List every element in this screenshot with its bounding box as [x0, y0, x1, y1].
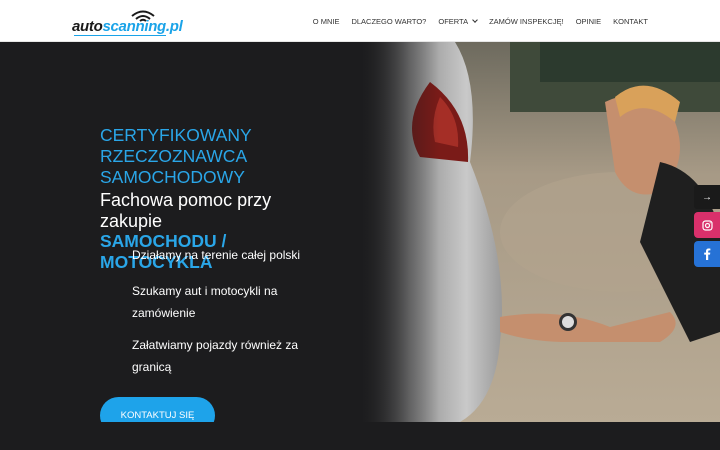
hero-heading-line: CERTYFIKOWANY: [100, 125, 252, 145]
nav-item-dlaczego-warto[interactable]: DLACZEGO WARTO?: [351, 17, 426, 26]
main-nav: O MNIE DLACZEGO WARTO? OFERTA ZAMÓW INSP…: [313, 0, 648, 42]
logo-underline: [74, 35, 166, 36]
nav-label: KONTAKT: [613, 16, 648, 26]
nav-item-kontakt[interactable]: KONTAKT: [613, 17, 648, 26]
chevron-down-icon: [472, 16, 478, 23]
nav-item-o-mnie[interactable]: O MNIE: [313, 17, 340, 26]
instagram-icon[interactable]: [694, 212, 720, 238]
hero-photo: [360, 42, 720, 422]
facebook-glyph: [704, 248, 711, 260]
logo-part-scanning: scanning.pl: [102, 18, 183, 35]
hero-heading-line: RZECZOZNAWCA: [100, 146, 248, 166]
nav-label: OFERTA: [438, 16, 469, 26]
instagram-glyph: [701, 219, 713, 231]
hero-section: CERTYFIKOWANY RZECZOZNAWCA SAMOCHODOWY F…: [0, 42, 720, 422]
nav-label: OPINIE: [575, 16, 602, 26]
nav-item-opinie[interactable]: OPINIE: [576, 17, 601, 26]
hero-heading-line: SAMOCHODOWY: [100, 167, 245, 187]
hero-bullet: Załatwiamy pojazdy również za granicą: [132, 338, 299, 374]
nav-label: DLACZEGO WARTO?: [351, 16, 427, 26]
site-header: autoscanning.pl O MNIE DLACZEGO WARTO? O…: [0, 0, 720, 42]
logo-part-auto: auto: [72, 18, 103, 35]
contact-button[interactable]: KONTAKTUJ SIĘ: [100, 397, 215, 422]
nav-label: ZAMÓW INSPEKCJĘ!: [489, 16, 564, 26]
nav-item-zamow-inspekcje[interactable]: ZAMÓW INSPEKCJĘ!: [489, 17, 564, 26]
hero-bullet: Działamy na terenie całej polski: [132, 248, 301, 262]
social-sidebar: →: [694, 185, 720, 267]
facebook-icon[interactable]: [694, 241, 720, 267]
hero-subheading: Fachowa pomoc przy zakupie: [100, 190, 272, 231]
logo-text: autoscanning.pl: [72, 18, 183, 35]
nav-item-oferta[interactable]: OFERTA: [438, 16, 478, 26]
nav-label: O MNIE: [312, 16, 340, 26]
hero-heading: CERTYFIKOWANY RZECZOZNAWCA SAMOCHODOWY: [100, 125, 310, 188]
logo[interactable]: autoscanning.pl: [72, 8, 183, 36]
hero-bullet: Szukamy aut i motocykli na zamówienie: [132, 284, 278, 320]
arrow-right-icon[interactable]: →: [694, 185, 720, 209]
